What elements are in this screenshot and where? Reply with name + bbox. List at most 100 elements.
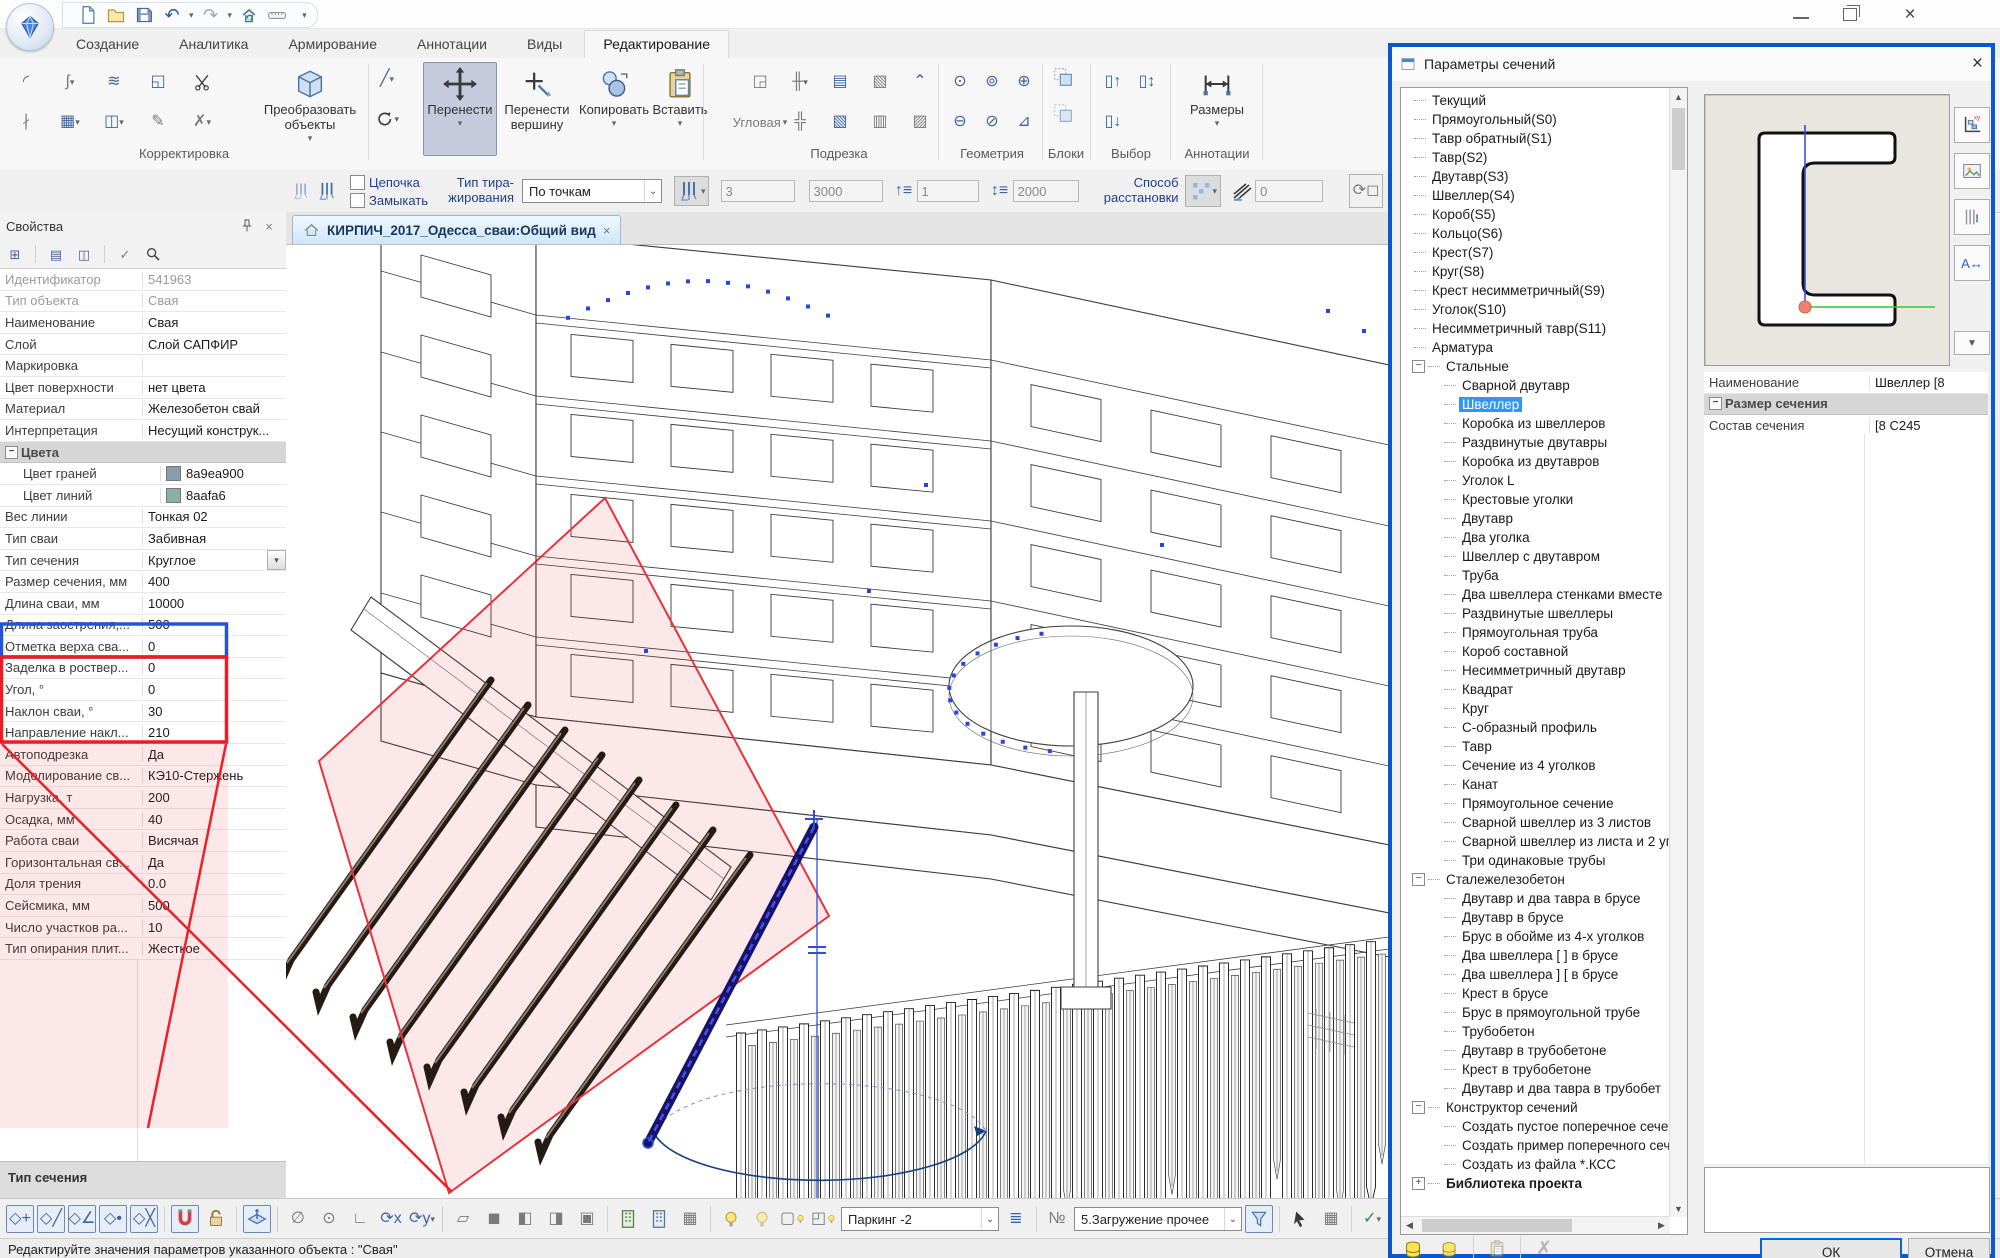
magnet-icon[interactable] [171, 1205, 199, 1233]
wall-trim-icon[interactable]: ╬ [787, 109, 813, 135]
view-shaded-icon[interactable]: ◨ [542, 1205, 570, 1233]
ribbon-tab[interactable]: Виды [509, 31, 580, 58]
tree-item[interactable]: Уголок L [1408, 471, 1669, 490]
explode-block-icon[interactable] [1050, 100, 1076, 126]
tree-item[interactable]: Двутавр в трубобетоне [1408, 1041, 1669, 1060]
chevron-down-icon[interactable]: ⌄ [981, 1208, 998, 1230]
dialog-titlebar[interactable]: Параметры сечений × [1392, 47, 1991, 81]
mirror-icon[interactable]: ◫▾ [101, 109, 127, 135]
placement-by-points-button[interactable]: ▾ [674, 176, 709, 206]
step-field[interactable] [809, 180, 883, 202]
section-bars-button[interactable] [1954, 199, 1990, 235]
tree-item[interactable]: Круг [1408, 699, 1669, 718]
tree-item[interactable]: Крест в брусе [1408, 984, 1669, 1003]
move-vertex-button[interactable]: Перенести вершину [500, 62, 574, 156]
property-row[interactable]: Угол, ° 0 [0, 679, 286, 701]
image-button[interactable] [1954, 153, 1990, 189]
tree-item[interactable]: Двутавр и два тавра в трубобет [1408, 1079, 1669, 1098]
tree-item[interactable]: Двутавр(S3) [1408, 167, 1669, 186]
apply-icon[interactable]: ✓ [114, 243, 136, 265]
model-green-icon[interactable] [614, 1205, 642, 1233]
dimension-mode-button[interactable]: A↔ [1954, 245, 1990, 281]
property-row[interactable]: Работа сваи Висячая [0, 830, 286, 852]
property-row[interactable]: Размер сечения, мм 400 [0, 571, 286, 593]
property-row[interactable]: Нагрузка, т 200 [0, 787, 286, 809]
tree-item[interactable]: Крест(S7) [1408, 243, 1669, 262]
angle-field[interactable] [1255, 180, 1323, 202]
preview-dropdown-button[interactable]: ▼ [1954, 331, 1990, 355]
paste-button[interactable]: Вставить▾ [643, 62, 717, 156]
tree-item[interactable]: Тавр обратный(S1) [1408, 129, 1669, 148]
workplane-icon[interactable] [243, 1205, 271, 1233]
rotate-x-icon[interactable]: ⟳x [377, 1205, 405, 1233]
property-row[interactable]: Тип опирания плит... Жесткое [0, 938, 286, 960]
tree-item[interactable]: Два швеллера ] [ в брусе [1408, 965, 1669, 984]
bulb-icon[interactable] [748, 1205, 776, 1233]
move-button[interactable]: Перенести▾ [423, 62, 497, 156]
select-above-icon[interactable]: ▯↑ [1100, 69, 1126, 95]
slab-trim-icon[interactable]: ▧ [867, 69, 893, 95]
table-filter-icon[interactable]: ▦ [1317, 1205, 1345, 1233]
tree-toggle[interactable]: + [1412, 1177, 1425, 1190]
tree-item[interactable]: − Конструктор сечений [1408, 1098, 1669, 1117]
paste-section-icon[interactable] [1481, 1235, 1513, 1258]
tree-item[interactable]: Короб(S5) [1408, 205, 1669, 224]
column-trim-icon[interactable]: ╫▾ [787, 69, 813, 95]
scale-icon[interactable]: ◱ [145, 69, 171, 95]
tree-item[interactable]: Прямоугольный(S0) [1408, 110, 1669, 129]
tree-item[interactable]: + Библиотека проекта [1408, 1174, 1669, 1193]
snap-line-icon[interactable]: ◇╱ [37, 1205, 65, 1233]
pin-icon[interactable] [236, 215, 258, 237]
grid-table-icon[interactable]: ▦ [676, 1205, 704, 1233]
corner-button[interactable]: Угловая▾ [730, 109, 790, 135]
split-arc-icon[interactable]: ⊿ [1011, 109, 1037, 135]
ribbon-tab[interactable]: Аналитика [161, 31, 266, 58]
tree-item[interactable]: Прямоугольная труба [1408, 623, 1669, 642]
property-row[interactable]: Цвет граней 8a9ea900 [0, 463, 286, 485]
property-row[interactable]: Цвет линий 8aafa6 [0, 485, 286, 507]
rotate-icon[interactable]: ▾ [374, 106, 400, 132]
section-property-row[interactable]: Наименование Швеллер [8 [1704, 372, 1988, 394]
tree-item[interactable]: С-образный профиль [1408, 718, 1669, 737]
tree-horizontal-scrollbar[interactable]: ◀ ▶ [1401, 1216, 1670, 1234]
copy-button[interactable]: Копировать▾ [577, 62, 651, 156]
tiling-mode-select[interactable]: По точкам⌄ [522, 179, 662, 203]
array-icon[interactable]: ▦▾ [57, 109, 83, 135]
property-row[interactable]: Доля трения 0.0 [0, 874, 286, 896]
chain-checkbox[interactable]: Цепочка [350, 175, 428, 190]
cut-roof-icon[interactable]: ▨ [907, 109, 933, 135]
tree-item[interactable]: Сварной швеллер из листа и 2 уг [1408, 832, 1669, 851]
ribbon-tab[interactable]: Аннотации [399, 31, 505, 58]
select-span-icon[interactable]: ▯↕ [1134, 69, 1160, 95]
property-row[interactable]: Тип сечения Круглое ▾ [0, 550, 286, 572]
tree-item[interactable]: Создать пример поперечного сеч [1408, 1136, 1669, 1155]
snap-angle-icon[interactable]: ◇∠ [68, 1205, 96, 1233]
ortho-icon[interactable]: ∟ [346, 1205, 374, 1233]
tree-item[interactable]: Кольцо(S6) [1408, 224, 1669, 243]
property-row[interactable]: Идентификатор 541963 [0, 269, 286, 291]
ribbon-tab[interactable]: Армирование [270, 31, 395, 58]
ribbon-tab[interactable]: Редактирование [584, 30, 729, 58]
tree-item[interactable]: Тавр [1408, 737, 1669, 756]
level-select[interactable]: Паркинг -2⌄ [841, 1207, 999, 1231]
merge-icon[interactable]: ⊕ [1011, 69, 1037, 95]
pile-sketch-icon[interactable] [314, 178, 340, 204]
property-row[interactable]: Интерпретация Несущий конструк... [0, 420, 286, 442]
tree-item[interactable]: − Сталежелезобетон [1408, 870, 1669, 889]
unlock-icon[interactable] [202, 1205, 230, 1233]
view-solid-icon[interactable]: ◼ [480, 1205, 508, 1233]
tree-vertical-scrollbar[interactable]: ▲ ▼ [1669, 88, 1687, 1217]
align-text-icon[interactable]: ▤ [827, 69, 853, 95]
scissors-icon[interactable] [189, 69, 215, 95]
ok-button[interactable]: ОК [1760, 1238, 1902, 1258]
tree-item[interactable]: Брус в обойме из 4-х уголков [1408, 927, 1669, 946]
rows-field[interactable] [917, 180, 979, 202]
undo-icon[interactable]: ↶ [161, 4, 183, 26]
close-window-button[interactable]: × [1893, 8, 1927, 24]
property-row[interactable]: Слой Слой САПФИР [0, 334, 286, 356]
property-row[interactable]: Длина сваи, мм 10000 [0, 593, 286, 615]
tree-item[interactable]: Несимметричный двутавр [1408, 661, 1669, 680]
snap-point-icon[interactable]: ◇• [99, 1205, 127, 1233]
dropdown-arrow-icon[interactable]: ▾ [267, 550, 286, 570]
snap-grid-icon[interactable]: ◇+ [6, 1205, 34, 1233]
